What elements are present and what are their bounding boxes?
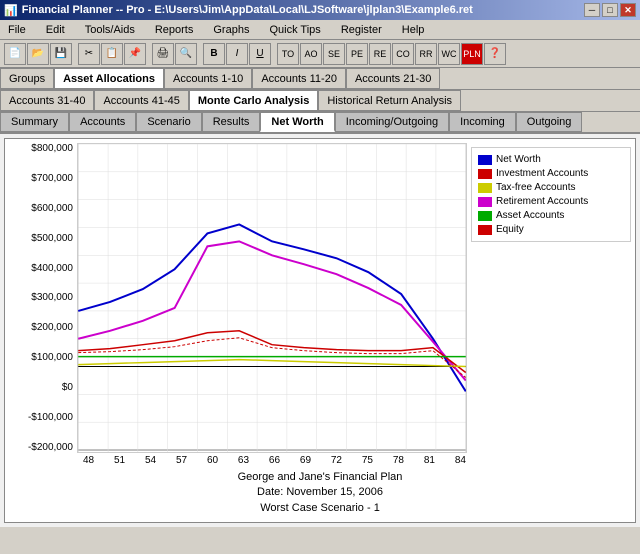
tool-t2[interactable]: AO (300, 43, 322, 65)
y-label-400k: $400,000 (9, 263, 73, 274)
y-label-600k: $600,000 (9, 203, 73, 214)
nav-row-2: Accounts 31-40 Accounts 41-45 Monte Carl… (0, 90, 640, 112)
chart-footer: George and Jane's Financial Plan Date: N… (9, 466, 631, 518)
tool-open[interactable]: 📂 (27, 43, 49, 65)
menu-reports[interactable]: Reports (151, 23, 198, 37)
chart-date: Date: November 15, 2006 (9, 485, 631, 500)
y-label-500k: $500,000 (9, 233, 73, 244)
menu-quicktips[interactable]: Quick Tips (265, 23, 324, 37)
menu-edit[interactable]: Edit (42, 23, 69, 37)
tool-u[interactable]: U (249, 43, 271, 65)
legend-taxfree: Tax-free Accounts (478, 182, 624, 193)
y-label-700k: $700,000 (9, 173, 73, 184)
chart-title: George and Jane's Financial Plan (9, 470, 631, 485)
nav-groups[interactable]: Groups (0, 68, 54, 89)
tool-copy[interactable]: 📋 (101, 43, 123, 65)
tool-paste[interactable]: 📌 (124, 43, 146, 65)
tool-plan[interactable]: PLN (461, 43, 483, 65)
nav-accounts-1-10[interactable]: Accounts 1-10 (164, 68, 252, 89)
x-label-66: 66 (269, 455, 280, 466)
window-title: Financial Planner -- Pro - E:\Users\Jim\… (22, 4, 473, 16)
tab-row: Summary Accounts Scenario Results Net Wo… (0, 112, 640, 134)
legend-asset: Asset Accounts (478, 210, 624, 221)
x-label-63: 63 (238, 455, 249, 466)
y-label-neg100k: -$100,000 (9, 412, 73, 423)
tab-incoming-outgoing[interactable]: Incoming/Outgoing (335, 112, 449, 132)
tool-t6[interactable]: CO (392, 43, 414, 65)
nav-asset-allocations[interactable]: Asset Allocations (54, 68, 164, 89)
tab-net-worth[interactable]: Net Worth (260, 112, 334, 132)
nav-row-1: Groups Asset Allocations Accounts 1-10 A… (0, 68, 640, 90)
x-axis-labels: 48 51 54 57 60 63 66 69 72 75 78 81 84 (9, 455, 631, 466)
legend-retirement: Retirement Accounts (478, 196, 624, 207)
chart-legend: Net Worth Investment Accounts Tax-free A… (471, 147, 631, 242)
y-label-0: $0 (9, 382, 73, 393)
tool-save[interactable]: 💾 (50, 43, 72, 65)
tool-i[interactable]: I (226, 43, 248, 65)
tool-t7[interactable]: RR (415, 43, 437, 65)
close-button[interactable]: ✕ (620, 3, 636, 17)
x-label-81: 81 (424, 455, 435, 466)
tool-help2[interactable]: ❓ (484, 43, 506, 65)
nav-accounts-21-30[interactable]: Accounts 21-30 (346, 68, 440, 89)
minimize-button[interactable]: ─ (584, 3, 600, 17)
x-label-57: 57 (176, 455, 187, 466)
nav-historical[interactable]: Historical Return Analysis (318, 90, 461, 111)
menu-file[interactable]: File (4, 23, 30, 37)
tool-t8[interactable]: WC (438, 43, 460, 65)
tab-outgoing[interactable]: Outgoing (516, 112, 583, 132)
tool-t4[interactable]: PE (346, 43, 368, 65)
content-area: $800,000 $700,000 $600,000 $500,000 $400… (0, 134, 640, 527)
x-label-54: 54 (145, 455, 156, 466)
tool-print[interactable]: 🖨 (152, 43, 174, 65)
x-label-78: 78 (393, 455, 404, 466)
x-label-48: 48 (83, 455, 94, 466)
tool-t5[interactable]: RE (369, 43, 391, 65)
app-icon: 📊 (4, 4, 18, 17)
nav-accounts-11-20[interactable]: Accounts 11-20 (252, 68, 346, 89)
legend-equity: Equity (478, 224, 624, 235)
x-label-69: 69 (300, 455, 311, 466)
tool-t3[interactable]: SE (323, 43, 345, 65)
x-label-60: 60 (207, 455, 218, 466)
tab-scenario[interactable]: Scenario (136, 112, 201, 132)
maximize-button[interactable]: □ (602, 3, 618, 17)
nav-monte-carlo[interactable]: Monte Carlo Analysis (189, 90, 318, 111)
nav-accounts-31-40[interactable]: Accounts 31-40 (0, 90, 94, 111)
x-label-51: 51 (114, 455, 125, 466)
x-label-84: 84 (455, 455, 466, 466)
tab-accounts[interactable]: Accounts (69, 112, 136, 132)
menu-bar: File Edit Tools/Aids Reports Graphs Quic… (0, 20, 640, 40)
y-label-200k: $200,000 (9, 322, 73, 333)
title-bar: 📊 Financial Planner -- Pro - E:\Users\Ji… (0, 0, 640, 20)
legend-investment: Investment Accounts (478, 168, 624, 179)
toolbar: 📄 📂 💾 ✂ 📋 📌 🖨 🔍 B I U TO AO SE PE RE CO … (0, 40, 640, 68)
x-label-75: 75 (362, 455, 373, 466)
x-label-72: 72 (331, 455, 342, 466)
tool-t1[interactable]: TO (277, 43, 299, 65)
y-label-800k: $800,000 (9, 143, 73, 154)
chart-scenario: Worst Case Scenario - 1 (9, 501, 631, 516)
menu-register[interactable]: Register (337, 23, 386, 37)
legend-net-worth: Net Worth (478, 154, 624, 165)
tool-preview[interactable]: 🔍 (175, 43, 197, 65)
tab-incoming[interactable]: Incoming (449, 112, 516, 132)
tool-cut[interactable]: ✂ (78, 43, 100, 65)
tab-results[interactable]: Results (202, 112, 261, 132)
menu-tools[interactable]: Tools/Aids (81, 23, 139, 37)
y-label-100k: $100,000 (9, 352, 73, 363)
nav-accounts-41-45[interactable]: Accounts 41-45 (94, 90, 188, 111)
tool-new[interactable]: 📄 (4, 43, 26, 65)
y-label-300k: $300,000 (9, 292, 73, 303)
tab-summary[interactable]: Summary (0, 112, 69, 132)
tool-b[interactable]: B (203, 43, 225, 65)
y-label-neg200k: -$200,000 (9, 442, 73, 453)
chart-svg (77, 143, 467, 453)
menu-help[interactable]: Help (398, 23, 429, 37)
menu-graphs[interactable]: Graphs (209, 23, 253, 37)
